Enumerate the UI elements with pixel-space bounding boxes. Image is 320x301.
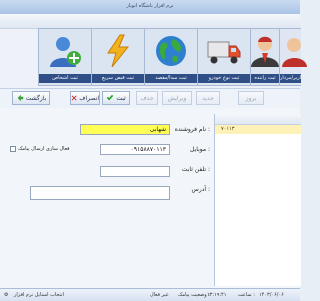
sms-checkbox-label: فعال سازی ارسال پیامک: [18, 146, 70, 152]
save-button-label: ثبت: [116, 94, 126, 102]
seller-name-field[interactable]: شهابی: [80, 124, 170, 135]
lightning-icon: [107, 34, 130, 68]
window-titlebar: نرم افزار باشگاه اتوبار: [0, 0, 300, 15]
app-logo-icon: ⚙: [4, 292, 9, 298]
sms-status-label: وضعیت پیامک :: [178, 292, 210, 298]
new-button-label: جدید: [202, 94, 214, 102]
truck-icon: [207, 41, 241, 64]
edit-button-label: ویرایش: [167, 94, 187, 102]
ribbon-label: ثبت قبض سریع: [92, 74, 144, 83]
list-item[interactable]: ۷۰۱۱۳: [215, 125, 301, 134]
address-label: آدرس :: [191, 186, 211, 193]
ribbon-quick-receipt-button[interactable]: ثبت قبض سریع: [91, 28, 145, 86]
delete-button-label: حذف: [140, 94, 154, 102]
action-toolbar: بازگشت انصراف ثبت حذف ویرایش جدید بروز: [0, 88, 300, 110]
ribbon-label: ثبت راننده: [251, 74, 279, 83]
list-header: [215, 114, 301, 125]
seller-name-label: نام فروشنده :: [174, 126, 210, 133]
ribbon-label: ثبت اشخاص: [39, 74, 91, 83]
globe-icon: [156, 36, 186, 66]
style-selector[interactable]: انتخاب استایل نرم افزار: [14, 292, 64, 298]
mobile-field[interactable]: ۰۹۱۵۸۸۷۰۱۱۳: [100, 144, 170, 155]
landline-label: تلفن ثابت :: [181, 166, 210, 173]
sms-status-value: غیر فعال: [150, 292, 169, 298]
ribbon-person-button[interactable]: ثبت اشخاص: [38, 28, 92, 86]
quick-access-bar: [0, 14, 300, 29]
ribbon-origin-dest-button[interactable]: ثبت مبدا/مقصد: [144, 28, 198, 86]
cancel-button[interactable]: انصراف: [70, 91, 100, 105]
mobile-label: موبایل :: [190, 146, 210, 153]
person-add-icon: [50, 37, 81, 67]
landline-field[interactable]: [100, 166, 170, 177]
seller-form: نام فروشنده : شهابی موبایل : ۰۹۱۵۸۸۷۰۱۱۳…: [10, 116, 211, 226]
ribbon-label: ثبت نوع خودرو: [198, 74, 250, 83]
edit-button[interactable]: ویرایش: [162, 91, 192, 105]
status-bar: ⚙ انتخاب استایل نرم افزار غیر فعال وضعیت…: [0, 288, 300, 301]
ribbon-vehicle-type-button[interactable]: ثبت نوع خودرو: [197, 28, 251, 86]
ribbon-label: ثبت مبدا/مقصد: [145, 74, 197, 83]
address-field[interactable]: [30, 186, 170, 200]
cancel-button-label: انصراف: [79, 94, 99, 102]
return-arrow-icon: [17, 94, 23, 102]
return-button-label: بازگشت: [25, 94, 47, 102]
users-icon: [282, 38, 307, 67]
ribbon-label: کاربر/مردار: [280, 74, 301, 83]
ribbon-driver-button[interactable]: ثبت راننده: [250, 28, 280, 86]
ribbon-users-button[interactable]: کاربر/مردار: [279, 28, 307, 86]
new-button[interactable]: جدید: [196, 91, 220, 105]
window-title: نرم افزار باشگاه اتوبار: [126, 3, 174, 9]
refresh-button-label: بروز: [245, 94, 257, 102]
sms-checkbox[interactable]: [10, 146, 16, 152]
cancel-x-icon: [71, 95, 77, 101]
time-label: ساعت :: [238, 292, 255, 298]
date-value: ۱۴۰۳/۰۶/۰۶: [259, 292, 284, 298]
return-button[interactable]: بازگشت: [12, 91, 50, 105]
refresh-button[interactable]: بروز: [238, 91, 264, 105]
time-value: ۱۳:۱۹:۴۱: [207, 292, 227, 298]
save-button[interactable]: ثبت: [102, 91, 130, 105]
check-icon: [107, 94, 114, 101]
delete-button[interactable]: حذف: [136, 91, 158, 105]
records-list[interactable]: ۷۰۱۱۳: [214, 114, 301, 286]
